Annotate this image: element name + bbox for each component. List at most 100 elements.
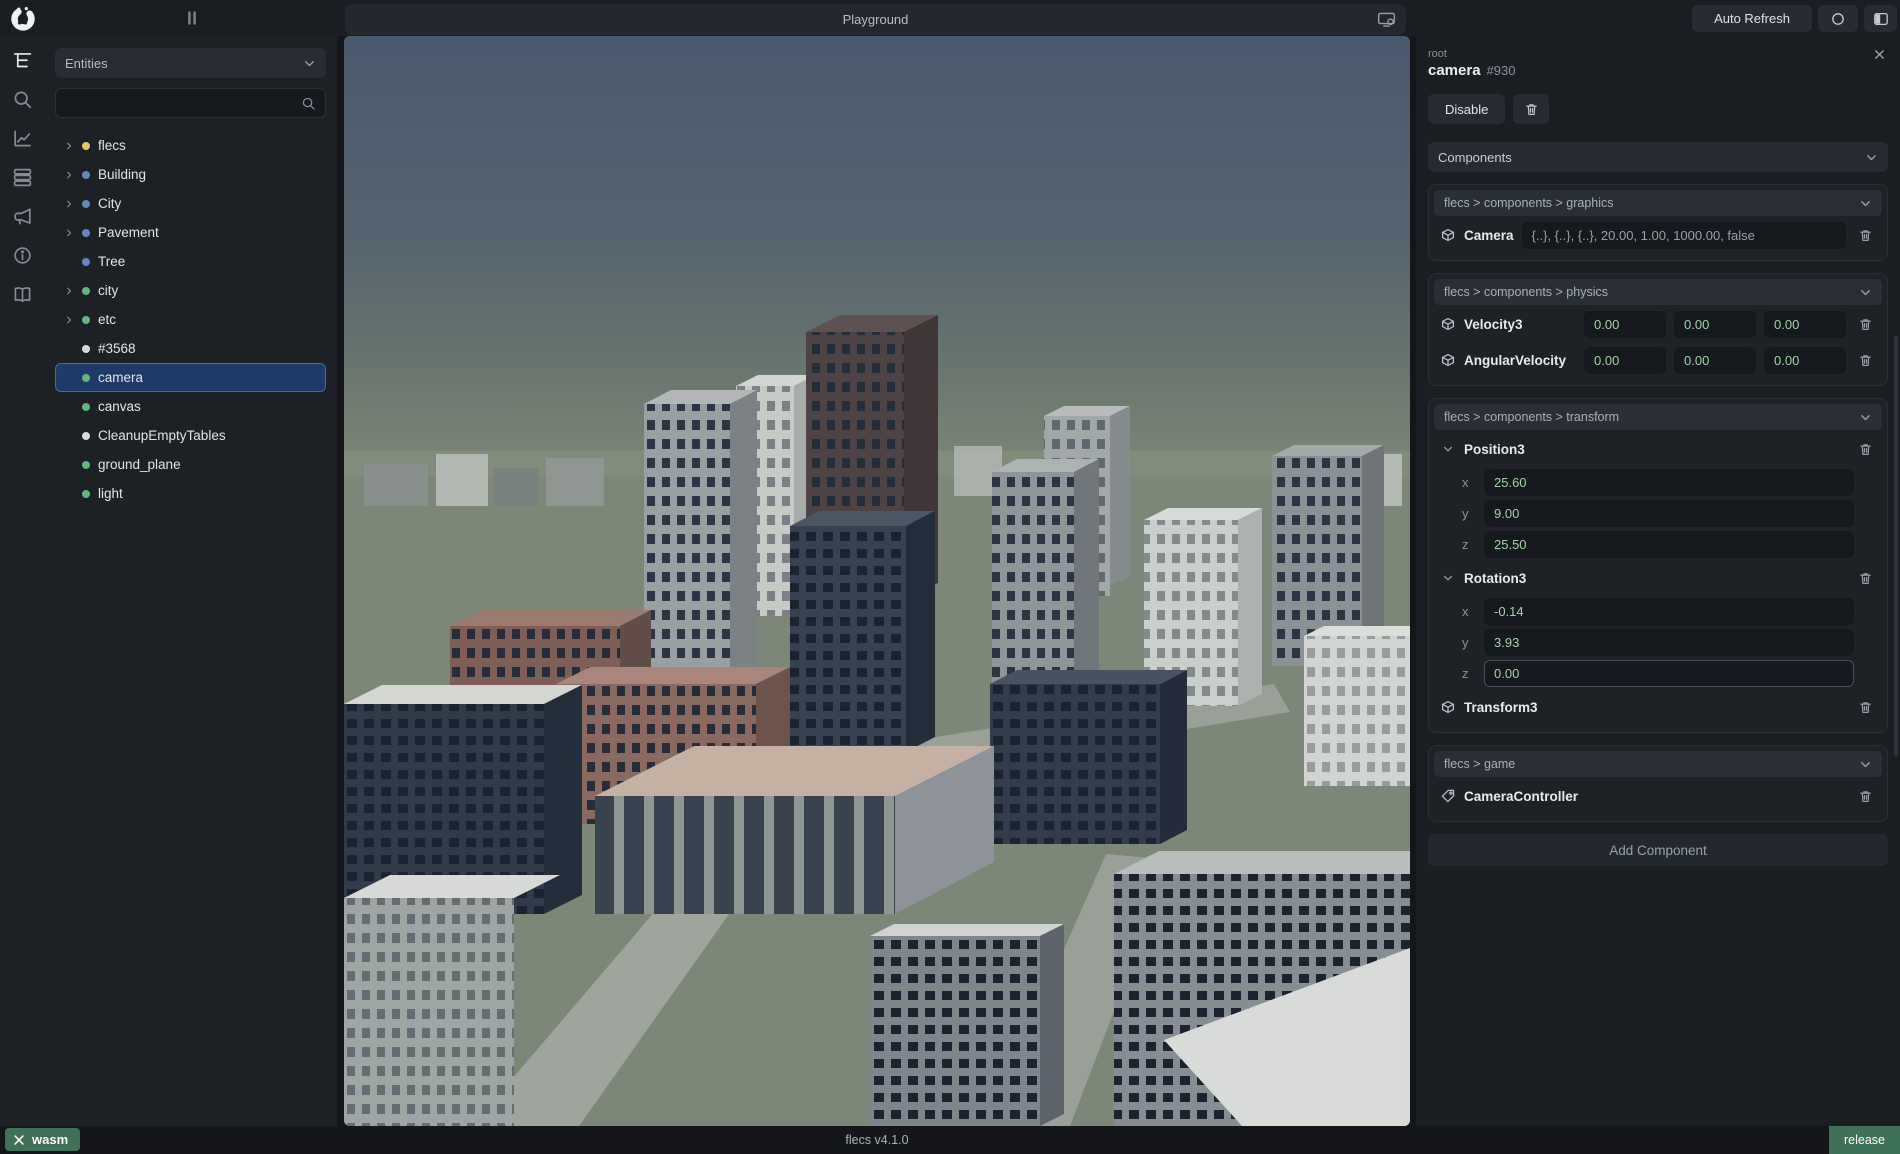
entity-search — [55, 88, 326, 118]
main-area: Entities flecs Building City Pavement Treeci… — [0, 36, 1900, 1126]
component-row-angularvelocity: AngularVelocity0.000.000.00 — [1434, 341, 1882, 377]
pause-icon[interactable] — [184, 10, 200, 26]
delete-entity-button[interactable] — [1513, 94, 1549, 124]
entity-kind-dot — [82, 461, 90, 469]
component-value-field[interactable]: {..}, {..}, {..}, 20.00, 1.00, 1000.00, … — [1522, 222, 1846, 249]
collapse-caret-icon[interactable] — [1442, 443, 1454, 455]
component-group-header[interactable]: flecs > components > graphics — [1434, 190, 1882, 216]
caret-placeholder — [64, 257, 74, 267]
component-group-header[interactable]: flecs > components > transform — [1434, 404, 1882, 430]
tree-item-tree[interactable]: Tree — [55, 247, 326, 276]
chevron-down-icon — [1859, 286, 1872, 299]
component-value-field[interactable]: 3.93 — [1484, 629, 1854, 656]
tree-item-building[interactable]: Building — [55, 160, 326, 189]
entity-label: Pavement — [98, 225, 159, 240]
component-value-field[interactable]: 25.50 — [1484, 531, 1854, 558]
screenshot-icon[interactable] — [1377, 11, 1396, 28]
add-component-button[interactable]: Add Component — [1428, 834, 1888, 866]
scope-selector[interactable]: Entities — [55, 48, 326, 78]
field-row-x: x-0.14 — [1434, 596, 1882, 626]
tree-item-etc[interactable]: etc — [55, 305, 326, 334]
search-input[interactable] — [65, 95, 301, 112]
entity-kind-dot — [82, 258, 90, 266]
delete-component-button[interactable] — [1854, 695, 1876, 719]
component-row-position3: Position3 — [1434, 430, 1882, 466]
entity-kind-dot — [82, 287, 90, 295]
tree-item-canvas[interactable]: canvas — [55, 392, 326, 421]
entity-kind-dot — [82, 142, 90, 150]
rail-search-icon[interactable] — [12, 89, 33, 110]
entity-label: Building — [98, 167, 146, 182]
sidebar-toggle-icon — [1873, 11, 1889, 27]
component-value-field[interactable]: 0.00 — [1484, 660, 1854, 687]
version-text: flecs v4.1.0 — [845, 1126, 908, 1154]
tree-item-city[interactable]: City — [55, 189, 326, 218]
disable-button[interactable]: Disable — [1428, 94, 1505, 124]
delete-component-button[interactable] — [1854, 437, 1876, 461]
expand-caret-icon[interactable] — [64, 199, 74, 209]
delete-component-button[interactable] — [1854, 784, 1876, 808]
component-value-field[interactable]: 0.00 — [1764, 311, 1846, 338]
tree-item-city[interactable]: city — [55, 276, 326, 305]
trash-icon — [1858, 571, 1873, 586]
rail-tables-icon[interactable] — [12, 167, 33, 188]
expand-caret-icon[interactable] — [64, 315, 74, 325]
component-row-cameracontroller: CameraController — [1434, 777, 1882, 813]
page-title: Playground — [843, 12, 909, 27]
entity-kind-dot — [82, 374, 90, 382]
expand-caret-icon[interactable] — [64, 286, 74, 296]
top-bar: Playground Auto Refresh — [0, 0, 1900, 36]
icon-rail — [0, 36, 44, 1126]
playground-tab[interactable]: Playground — [345, 4, 1406, 35]
component-value-field[interactable]: -0.14 — [1484, 598, 1854, 625]
delete-component-button[interactable] — [1854, 223, 1876, 247]
component-group-header[interactable]: flecs > game — [1434, 751, 1882, 777]
component-value-field[interactable]: 0.00 — [1584, 311, 1666, 338]
expand-caret-icon[interactable] — [64, 170, 74, 180]
tree-item-camera[interactable]: camera — [55, 363, 326, 392]
rail-info-icon[interactable] — [12, 245, 33, 266]
tree-item-pavement[interactable]: Pavement — [55, 218, 326, 247]
auto-refresh-button[interactable]: Auto Refresh — [1692, 5, 1812, 32]
flecs-logo-icon — [8, 3, 38, 33]
component-group-header[interactable]: flecs > components > physics — [1434, 279, 1882, 305]
component-row-rotation3: Rotation3 — [1434, 559, 1882, 595]
component-group: flecs > components > transformPosition3 x… — [1428, 398, 1888, 733]
rail-alerts-icon[interactable] — [12, 206, 33, 227]
component-value-field[interactable]: 0.00 — [1584, 347, 1666, 374]
component-value-field[interactable]: 25.60 — [1484, 469, 1854, 496]
delete-component-button[interactable] — [1854, 348, 1876, 372]
tree-item-cleanupemptytables[interactable]: CleanupEmptyTables — [55, 421, 326, 450]
panel-toggle-button[interactable] — [1864, 5, 1897, 32]
component-value-field[interactable]: 0.00 — [1674, 347, 1756, 374]
entity-kind-dot — [82, 229, 90, 237]
close-icon[interactable] — [1873, 48, 1886, 61]
entity-kind-dot — [82, 345, 90, 353]
rail-docs-icon[interactable] — [12, 284, 33, 305]
component-name: Velocity3 — [1464, 317, 1523, 332]
expand-caret-icon[interactable] — [64, 228, 74, 238]
tree-item-ground-plane[interactable]: ground_plane — [55, 450, 326, 479]
delete-component-button[interactable] — [1854, 312, 1876, 336]
entity-kind-dot — [82, 490, 90, 498]
tree-item-flecs[interactable]: flecs — [55, 131, 326, 160]
rail-stats-icon[interactable] — [12, 128, 33, 149]
inspector-scrollbar[interactable] — [1894, 336, 1898, 756]
caret-placeholder — [64, 344, 74, 354]
component-value-field[interactable]: 0.00 — [1764, 347, 1846, 374]
chevron-down-icon — [1859, 197, 1872, 210]
rail-outliner-icon[interactable] — [12, 50, 33, 71]
entity-tree: flecs Building City Pavement Treecityetc#356… — [55, 131, 326, 508]
collapse-caret-icon[interactable] — [1442, 572, 1454, 584]
delete-component-button[interactable] — [1854, 566, 1876, 590]
field-key: y — [1462, 506, 1473, 521]
field-key: z — [1462, 537, 1473, 552]
tree-item-light[interactable]: light — [55, 479, 326, 508]
record-button[interactable] — [1818, 5, 1858, 32]
expand-caret-icon[interactable] — [64, 141, 74, 151]
component-value-field[interactable]: 9.00 — [1484, 500, 1854, 527]
viewport-canvas[interactable] — [344, 36, 1410, 1126]
components-section-header[interactable]: Components — [1428, 142, 1888, 172]
tree-item--3568[interactable]: #3568 — [55, 334, 326, 363]
component-value-field[interactable]: 0.00 — [1674, 311, 1756, 338]
